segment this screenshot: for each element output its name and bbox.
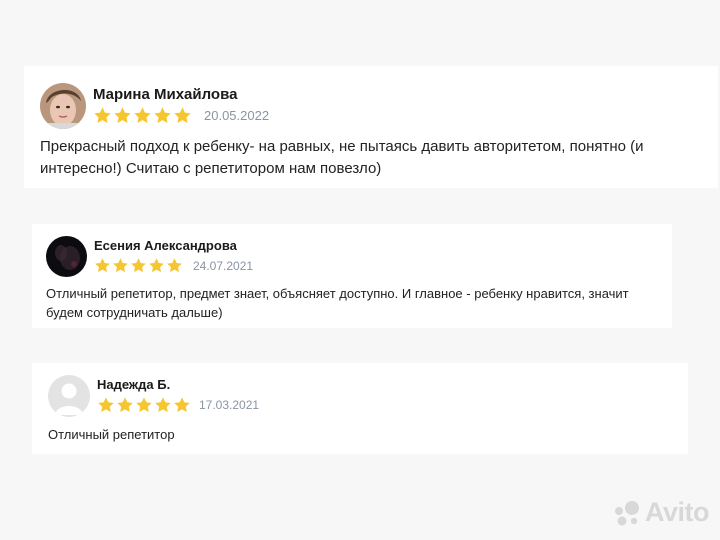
star-icon — [117, 397, 133, 413]
star-icon — [95, 258, 110, 273]
review-card: Надежда Б. 17.03.2021 Отличный репетитор — [32, 363, 688, 454]
star-icon — [134, 107, 151, 123]
review-date: 20.05.2022 — [204, 108, 270, 123]
reviewer-name[interactable]: Надежда Б. — [97, 377, 170, 392]
star-icon — [98, 397, 114, 413]
star-icon — [154, 107, 171, 123]
review-text: Прекрасный подход к ребенку- на равных, … — [40, 138, 644, 177]
avatar[interactable] — [46, 236, 87, 277]
watermark-text: Avito — [645, 497, 710, 527]
star-icon — [174, 397, 190, 413]
star-icon — [167, 258, 182, 273]
star-icon — [113, 258, 128, 273]
star-icon — [149, 258, 164, 273]
rating-stars — [97, 396, 191, 414]
review-text: Отличный репетитор — [48, 427, 175, 442]
avatar[interactable] — [48, 375, 90, 417]
star-icon — [131, 258, 146, 273]
avito-watermark: Avito — [612, 497, 710, 528]
star-icon — [136, 397, 152, 413]
reviewer-name[interactable]: Есения Александрова — [94, 238, 237, 253]
review-text: Отличный репетитор, предмет знает, объяс… — [46, 286, 629, 320]
star-icon — [114, 107, 131, 123]
review-card: Марина Михайлова 20.05.2022 Прекрасный п… — [24, 66, 718, 188]
rating-stars — [93, 106, 192, 125]
avito-dots-icon — [615, 500, 639, 525]
reviewer-name[interactable]: Марина Михайлова — [93, 86, 237, 103]
star-icon — [174, 107, 191, 123]
star-icon — [94, 107, 111, 123]
review-date: 24.07.2021 — [193, 259, 254, 273]
avatar[interactable] — [40, 83, 86, 129]
review-card: Есения Александрова 24.07.2021 Отличный … — [32, 224, 672, 328]
star-icon — [155, 397, 171, 413]
rating-stars — [94, 257, 183, 274]
review-date: 17.03.2021 — [199, 398, 260, 412]
